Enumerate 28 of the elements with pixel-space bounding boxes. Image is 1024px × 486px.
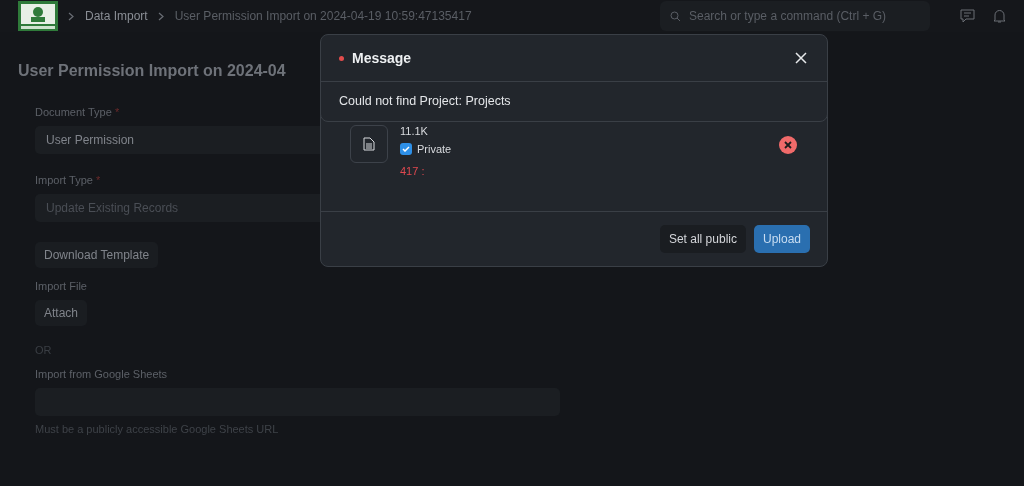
remove-icon[interactable] [779, 136, 797, 154]
attach-button[interactable]: Attach [35, 300, 88, 326]
download-button[interactable]: Download Template [35, 242, 159, 268]
message-text: Could not find Project: Projects [338, 93, 512, 110]
chevron-right-icon [157, 11, 165, 21]
chevron-right-icon [68, 11, 75, 21]
dialog-title: Message [352, 50, 412, 66]
breadcrumb-link[interactable]: User Permission Import on 2024-04-19 10:59:47135417 [174, 9, 472, 23]
chat-icon[interactable] [960, 9, 975, 23]
private-checkbox[interactable] [400, 143, 412, 155]
error-text: 417 : [400, 165, 426, 177]
file-size: 11.1K [400, 125, 429, 137]
field-label: Import from Google Sheets [35, 368, 169, 380]
set-public-button[interactable]: Set all public [659, 225, 746, 253]
document-icon [363, 137, 375, 151]
field-label: Document Type * [35, 106, 121, 118]
bell-icon[interactable] [993, 8, 1006, 24]
page-title: User Permission Import on 2024-04 [18, 62, 287, 80]
search-icon [670, 10, 681, 22]
logo-icon[interactable] [18, 1, 58, 31]
private-label: Private [417, 143, 452, 155]
upload-button[interactable]: Upload [753, 225, 810, 253]
close-button[interactable] [793, 50, 809, 66]
field-label: Import Type * [35, 174, 102, 186]
search-field[interactable]: Search or type a command (Ctrl + G) [660, 1, 930, 31]
breadcrumb-link[interactable]: Data Import [85, 9, 148, 23]
status-dot [339, 55, 344, 61]
field-label: Import File [35, 280, 88, 292]
